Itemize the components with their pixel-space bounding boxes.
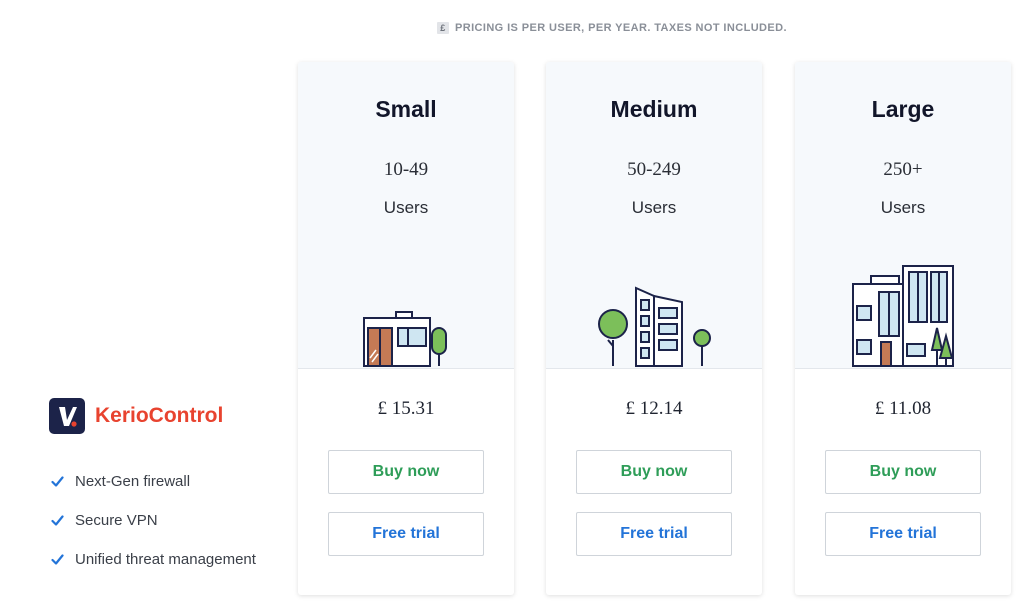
check-icon: [51, 554, 64, 565]
kerio-logo-icon: [49, 398, 85, 434]
currency-icon: £: [437, 22, 449, 34]
plan-price: £ 12.14: [625, 398, 683, 419]
check-icon: [51, 476, 64, 487]
plan-user-range: 50-249: [627, 159, 681, 180]
plan-price: £ 11.08: [874, 398, 932, 419]
free-trial-button[interactable]: Free trial: [825, 512, 981, 556]
check-icon: [51, 515, 64, 526]
buy-now-button[interactable]: Buy now: [328, 450, 484, 494]
plan-user-unit: Users: [631, 198, 677, 217]
feature-list: Next-Gen firewall Secure VPN Unified thr…: [51, 462, 256, 579]
buy-now-button[interactable]: Buy now: [576, 450, 732, 494]
plan-card-small: Small 10-49 Users £ 15.31 Buy now Free t…: [298, 62, 514, 595]
plan-user-unit: Users: [880, 198, 926, 217]
plan-tier: Large: [871, 96, 935, 122]
plan-tier: Small: [375, 96, 437, 122]
feature-item: Unified threat management: [51, 540, 256, 579]
free-trial-button[interactable]: Free trial: [576, 512, 732, 556]
feature-label: Secure VPN: [75, 512, 158, 529]
plan-tier: Medium: [610, 96, 698, 122]
feature-label: Next-Gen firewall: [75, 473, 191, 490]
plan-user-unit: Users: [383, 198, 429, 217]
product-name: KerioControl: [95, 404, 224, 427]
feature-item: Secure VPN: [51, 501, 256, 540]
feature-label: Unified threat management: [75, 551, 256, 568]
plan-card-medium: Medium 50-249 Users £ 12.14 Buy now Free…: [546, 62, 762, 595]
product-brand: KerioControl: [49, 398, 223, 434]
free-trial-button[interactable]: Free trial: [328, 512, 484, 556]
buy-now-button[interactable]: Buy now: [825, 450, 981, 494]
pricing-notice-text: PRICING IS PER USER, PER YEAR. TAXES NOT…: [455, 22, 787, 34]
pricing-notice: £ PRICING IS PER USER, PER YEAR. TAXES N…: [437, 22, 787, 34]
small-building-icon: [363, 311, 447, 367]
plan-card-large: Large 250+ Users £ 11.08 Buy now Free tr…: [795, 62, 1011, 595]
medium-building-icon: [598, 286, 711, 367]
plan-user-range: 250+: [883, 159, 923, 180]
plan-price: £ 15.31: [377, 398, 435, 419]
plan-user-range: 10-49: [383, 159, 429, 180]
feature-item: Next-Gen firewall: [51, 462, 256, 501]
large-building-icon: [852, 265, 954, 367]
